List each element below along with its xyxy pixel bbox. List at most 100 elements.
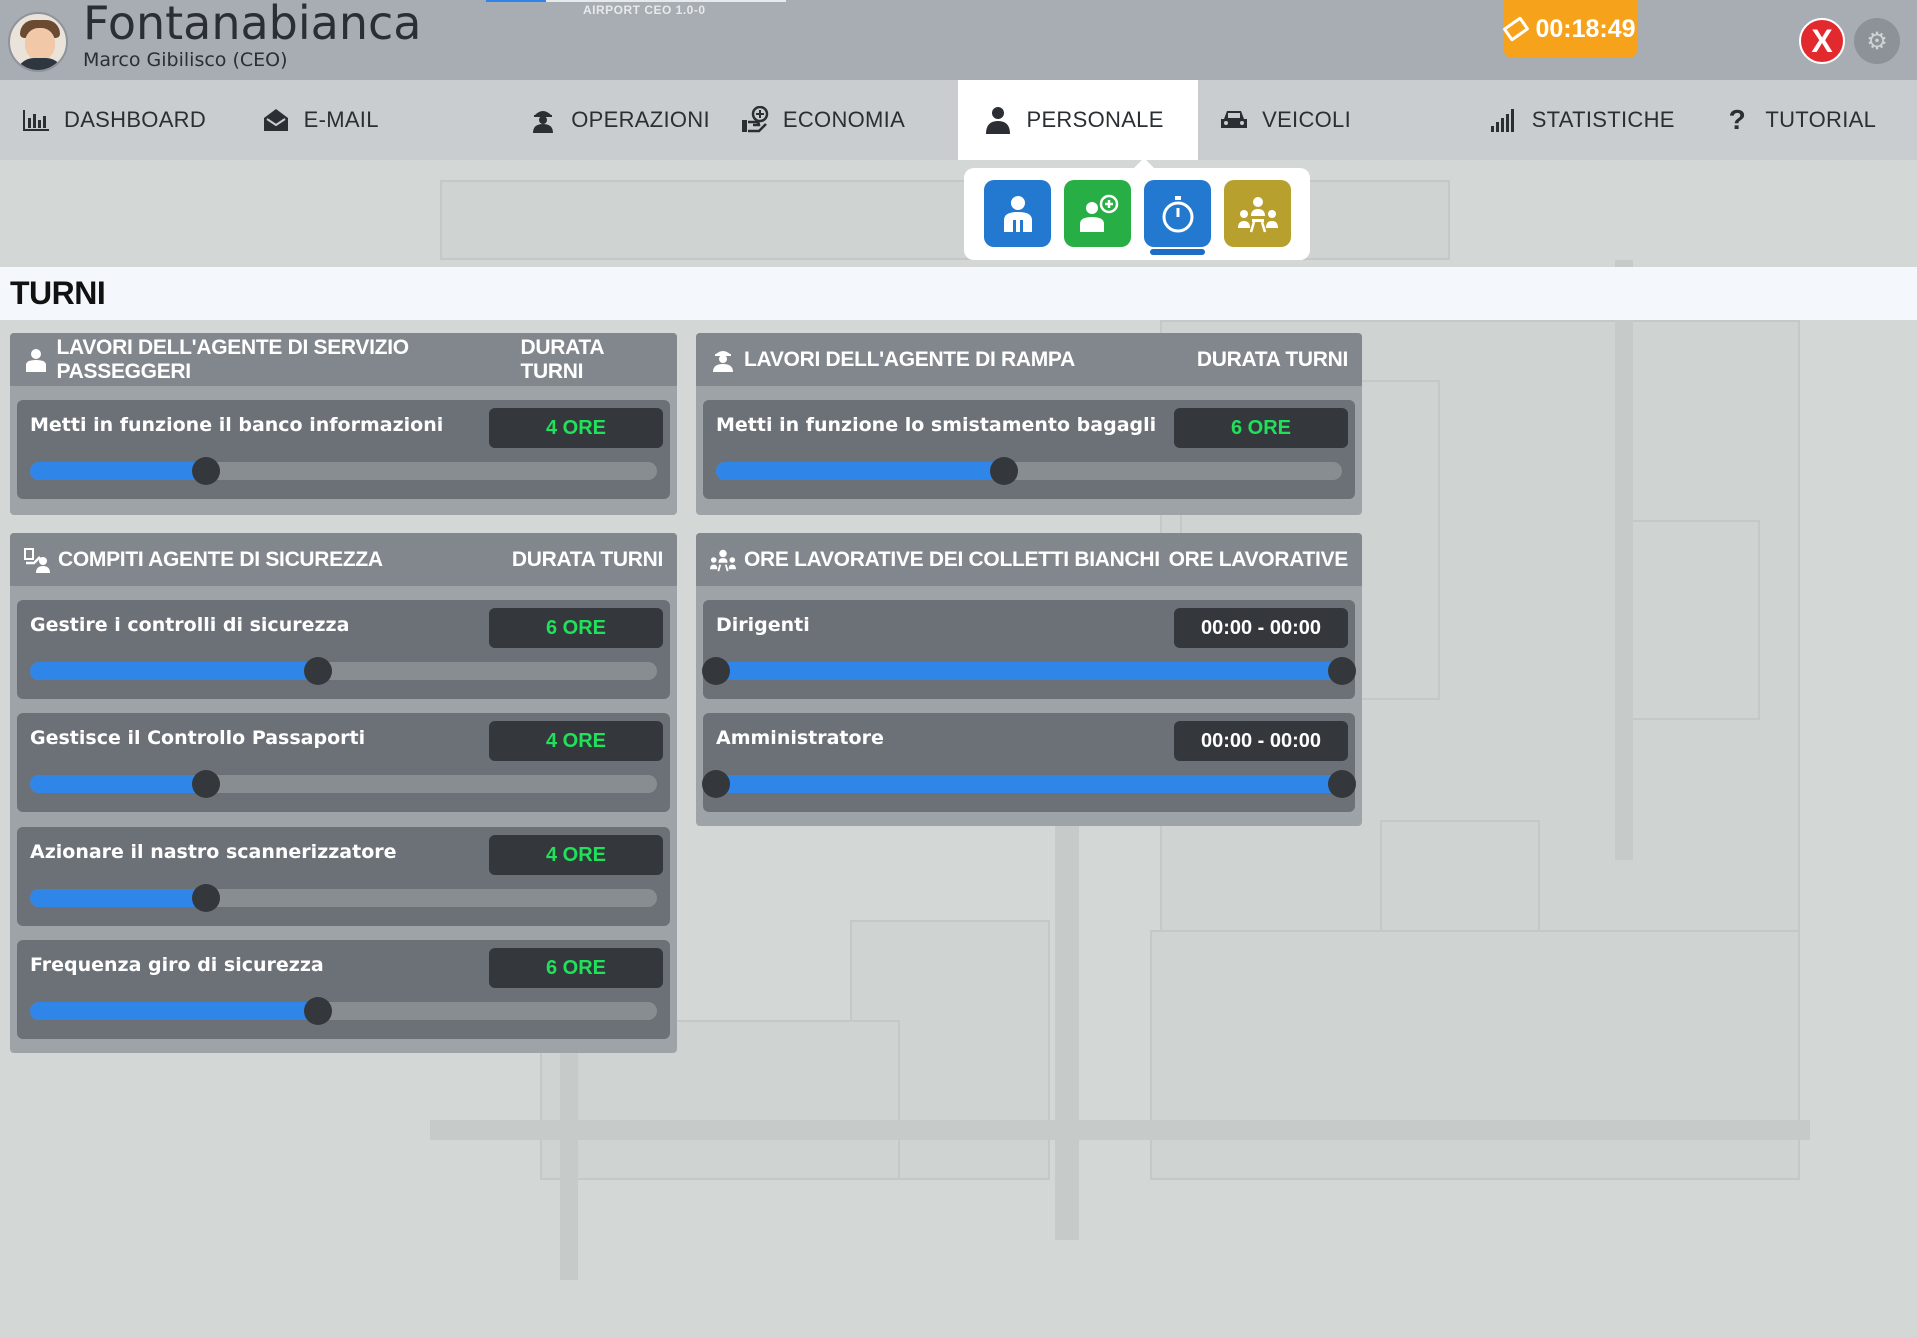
panel-header: LAVORI DELL'AGENTE DI SERVIZIO PASSEGGER… [10,333,677,386]
ticket-icon [1502,16,1531,42]
staff-submenu [964,158,1310,260]
slider-handle-end[interactable] [1328,657,1356,685]
slider-handle[interactable] [191,770,220,798]
tab-email[interactable]: E-MAIL [240,80,480,160]
staff-list-icon[interactable] [984,180,1051,247]
tab-label: E-MAIL [303,107,379,132]
shift-label: Metti in funzione il banco informazioni [30,414,444,436]
shift-duration-badge: 4 ORE [489,721,663,761]
main-nav: DASHBOARD E-MAIL OPERAZIONI ECONOMIA PER… [0,80,1917,160]
shift-row: Azionare il nastro scannerizzatore 4 ORE [17,827,670,926]
ceo-name: Marco Gibilisco (CEO) [83,49,288,71]
slider-handle[interactable] [191,884,220,912]
shift-duration-badge: 6 ORE [489,608,663,648]
economy-icon [741,106,769,134]
panel-column-label: DURATA TURNI [511,547,663,571]
statistics-icon [1490,106,1518,134]
hours-label: Amministratore [716,727,884,749]
shift-label: Gestire i controlli di sicurezza [30,614,350,636]
slider-fill [30,775,206,793]
panel-header: COMPITI AGENTE DI SICUREZZA DURATA TURNI [10,533,677,586]
tab-label: OPERAZIONI [571,107,710,132]
panel-security-agent: COMPITI AGENTE DI SICUREZZA DURATA TURNI… [10,533,677,1053]
tab-dashboard[interactable]: DASHBOARD [0,80,240,160]
shift-row: Gestire i controlli di sicurezza 6 ORE [17,600,670,699]
shift-duration-badge: 6 ORE [1174,408,1348,448]
staff-meeting-icon[interactable] [1224,180,1291,247]
tab-economy[interactable]: ECONOMIA [719,80,959,160]
panel-title: LAVORI DELL'AGENTE DI SERVIZIO PASSEGGER… [56,335,410,383]
tab-label: TUTORIAL [1765,107,1877,132]
hours-label: Dirigenti [716,614,810,636]
panel-column-label: ORE LAVORATIVE [1168,547,1349,571]
close-button[interactable]: X [1799,18,1845,64]
help-icon: ? [1728,104,1747,135]
shift-slider[interactable] [30,457,657,485]
hours-row: Dirigenti 00:00 - 00:00 [702,600,1356,699]
page-title-bar: TURNI [0,267,1917,320]
tab-label: ECONOMIA [782,107,906,132]
shift-slider[interactable] [30,657,657,685]
slider-fill [716,462,1004,480]
tab-label: DASHBOARD [64,107,207,132]
slider-handle[interactable] [191,457,220,485]
game-clock[interactable]: 00:18:49 [1502,0,1637,58]
shift-slider[interactable] [30,997,657,1025]
panel-white-collar: ORE LAVORATIVE DEI COLLETTI BIANCHI ORE … [696,533,1362,826]
tab-label: PERSONALE [1026,107,1164,132]
shift-slider[interactable] [716,457,1342,485]
version-label: AIRPORT CEO 1.0-0 [583,3,706,17]
slider-fill [30,662,319,680]
panel-title: COMPITI AGENTE DI SICUREZZA [58,547,383,571]
clock-time: 00:18:49 [1535,14,1636,43]
slider-handle-end[interactable] [1328,770,1356,798]
tab-operations[interactable]: OPERAZIONI [479,80,719,160]
hours-range-slider[interactable] [702,770,1356,798]
slider-handle-start[interactable] [702,770,730,798]
tab-staff[interactable]: PERSONALE [958,80,1199,160]
slider-fill [716,662,1342,680]
slider-handle[interactable] [989,457,1018,485]
panel-column-label: DURATA TURNI [520,335,604,383]
tab-statistics[interactable]: STATISTICHE [1438,80,1678,160]
slider-handle[interactable] [304,657,333,685]
tab-label: STATISTICHE [1531,107,1675,132]
shift-label: Metti in funzione lo smistamento bagagli [716,414,1157,436]
shift-slider[interactable] [30,770,657,798]
passenger-agent-icon [24,347,49,373]
shift-row: Metti in funzione lo smistamento bagagli… [703,400,1355,499]
panel-header: LAVORI DELL'AGENTE DI RAMPA DURATA TURNI [696,333,1362,386]
shift-duration-badge: 4 ORE [489,835,663,875]
shift-slider[interactable] [30,884,657,912]
hire-staff-icon[interactable] [1064,180,1131,247]
mail-icon [262,106,290,134]
slider-handle[interactable] [304,997,333,1025]
tab-tutorial[interactable]: ? TUTORIAL [1677,80,1917,160]
panel-passenger-service: LAVORI DELL'AGENTE DI SERVIZIO PASSEGGER… [10,333,677,515]
slider-fill [716,775,1342,793]
ramp-agent-icon [710,347,736,373]
shift-duration-badge: 6 ORE [489,948,663,988]
slider-fill [30,889,206,907]
slider-handle-start[interactable] [702,657,730,685]
shift-duration-badge: 4 ORE [489,408,663,448]
ceo-avatar[interactable] [8,12,68,72]
slider-fill [30,462,206,480]
operations-icon [529,106,557,134]
panel-ramp-agent: LAVORI DELL'AGENTE DI RAMPA DURATA TURNI… [696,333,1362,515]
panel-title: LAVORI DELL'AGENTE DI RAMPA [744,347,1075,371]
vehicle-icon [1220,106,1248,134]
airport-name: Fontanabianca [83,0,422,50]
top-progress-fill [486,0,546,2]
hours-range-badge: 00:00 - 00:00 [1174,608,1348,648]
shift-timer-icon[interactable] [1144,180,1211,255]
tab-vehicles[interactable]: VEICOLI [1198,80,1438,160]
shift-row: Frequenza giro di sicurezza 6 ORE [17,940,670,1039]
slider-fill [30,1002,319,1020]
top-bar: Fontanabianca Marco Gibilisco (CEO) AIRP… [0,0,1917,80]
gear-icon[interactable]: ⚙ [1854,18,1900,64]
shift-label: Azionare il nastro scannerizzatore [30,841,397,863]
hours-range-slider[interactable] [702,657,1356,685]
shift-label: Frequenza giro di sicurezza [30,954,324,976]
hours-row: Amministratore 00:00 - 00:00 [702,713,1356,812]
